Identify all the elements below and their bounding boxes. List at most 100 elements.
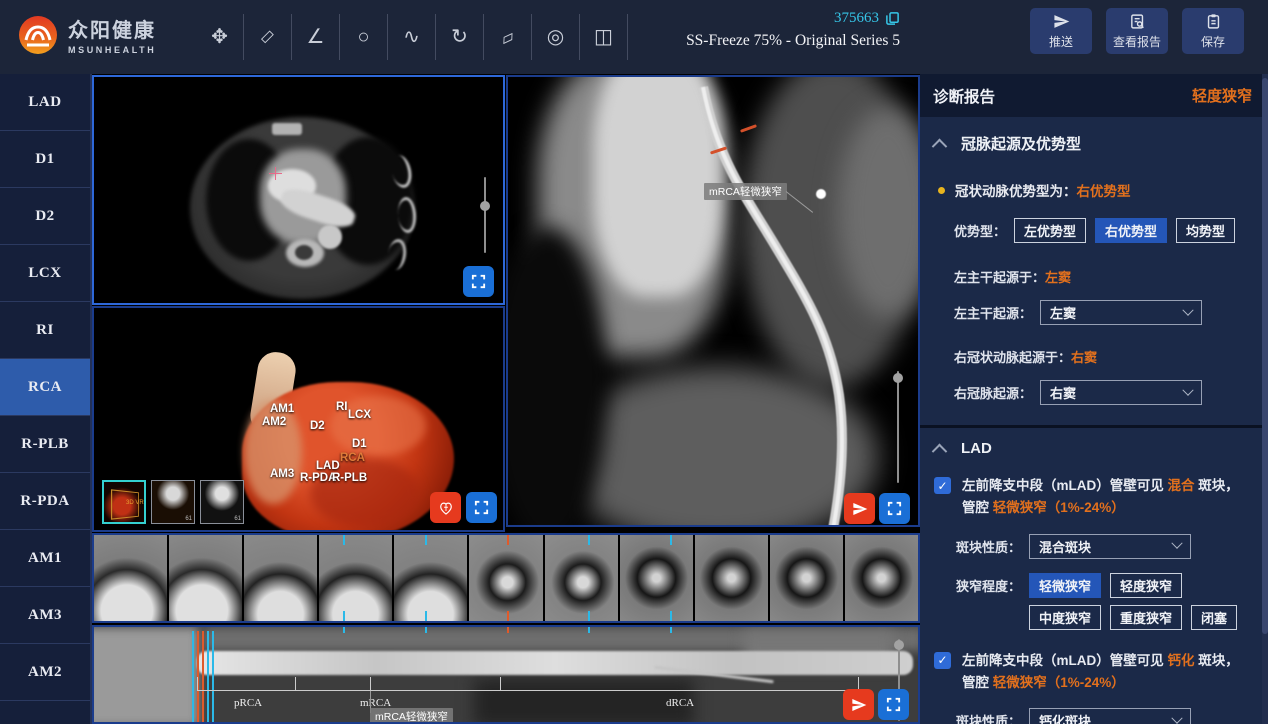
send-icon bbox=[851, 697, 867, 713]
fullscreen-button[interactable] bbox=[463, 266, 494, 297]
slice-slider[interactable] bbox=[897, 371, 899, 483]
polyline-tool-icon: ∿ bbox=[403, 27, 420, 47]
finding-checkbox[interactable]: ✓ bbox=[934, 477, 951, 494]
vessel-label: D2 bbox=[310, 420, 325, 432]
thumbnail-3d-vr[interactable]: 3D VR bbox=[102, 480, 146, 524]
image-viewer: AM1AM2D2RILCXD1RCALADAM3R-PDAR-PLB 3D VR… bbox=[92, 74, 920, 724]
fullscreen-icon bbox=[886, 500, 903, 517]
sidebar-item[interactable]: RI bbox=[0, 302, 90, 359]
vessel-label: LAD bbox=[316, 460, 340, 472]
sidebar-item[interactable]: D2 bbox=[0, 188, 90, 245]
angle-tool-icon: ∠ bbox=[307, 27, 325, 47]
ruler-tool-icon: ▭ bbox=[256, 26, 278, 48]
finding-text: 左前降支中段（mLAD）管壁可见 混合 斑块，管腔 轻微狭窄（1%-24%） bbox=[962, 475, 1248, 520]
dominance-label: 优势型： bbox=[954, 221, 1006, 240]
slice-slider-thumb[interactable] bbox=[894, 640, 904, 650]
lm-origin-select[interactable]: 左窦 bbox=[1040, 300, 1202, 325]
stenosis-option-button[interactable]: 中度狭窄 bbox=[1029, 605, 1101, 630]
cross-section-tiles bbox=[94, 535, 918, 621]
bullet-icon bbox=[938, 187, 945, 194]
curved-mpr-viewport[interactable]: mRCA轻微狭窄 bbox=[506, 75, 920, 527]
sidebar-item[interactable]: D1 bbox=[0, 131, 90, 188]
plaque-type-select[interactable]: 钙化斑块 bbox=[1029, 708, 1191, 724]
push-button[interactable]: 推送 bbox=[1030, 8, 1092, 54]
collapse-icon[interactable] bbox=[932, 139, 948, 155]
report-title: 诊断报告 bbox=[933, 85, 995, 107]
finding-item: ✓ 左前降支中段（mLAD）管壁可见 钙化 斑块，管腔 轻微狭窄（1%-24%） bbox=[934, 650, 1248, 695]
report-body: 冠脉起源及优势型 冠状动脉优势型为：右优势型 优势型： 左优势型右优势型均势型 … bbox=[920, 117, 1262, 724]
sidebar-item[interactable]: AM1 bbox=[0, 530, 90, 587]
sidebar-item[interactable]: AM3 bbox=[0, 587, 90, 644]
sidebar-item[interactable]: LAD bbox=[0, 74, 90, 131]
stenosis-option-button[interactable]: 轻微狭窄 bbox=[1029, 573, 1101, 598]
heart-view-button[interactable] bbox=[430, 492, 461, 523]
dominance-option-button[interactable]: 右优势型 bbox=[1095, 218, 1167, 243]
segment-label-prca: pRCA bbox=[234, 697, 262, 709]
series-title: SS-Freeze 75% - Original Series 5 bbox=[640, 32, 900, 50]
view-report-button[interactable]: 查看报告 bbox=[1106, 8, 1168, 54]
vessel-label: AM2 bbox=[262, 416, 286, 428]
sidebar-item[interactable]: AM2 bbox=[0, 644, 90, 701]
chevron-down-icon bbox=[1171, 538, 1182, 549]
stenosis-options: 轻微狭窄轻度狭窄中度狭窄重度狭窄闭塞 bbox=[1029, 573, 1262, 630]
diagnosis-report-panel: 诊断报告 轻度狭窄 冠脉起源及优势型 冠状动脉优势型为：右优势型 优势型： 左优… bbox=[920, 74, 1268, 724]
thumbnail-vessel-tree-1[interactable]: 61 bbox=[151, 480, 195, 524]
visibility-tool-icon: ◎ bbox=[547, 27, 564, 47]
vessel-label: AM3 bbox=[270, 468, 294, 480]
send-view-button[interactable] bbox=[843, 689, 874, 720]
fullscreen-button[interactable] bbox=[879, 493, 910, 524]
move-tool-icon: ✥ bbox=[211, 27, 228, 47]
send-view-button[interactable] bbox=[844, 493, 875, 524]
finding-checkbox[interactable]: ✓ bbox=[934, 652, 951, 669]
vessel-label: AM1 bbox=[270, 403, 294, 415]
plaque-type-value: 钙化 bbox=[1168, 653, 1195, 668]
section-divider bbox=[920, 425, 1262, 428]
copy-icon[interactable] bbox=[885, 11, 900, 26]
straightened-lumen-viewport[interactable]: pRCA mRCA dRCA mRCA轻微狭窄 bbox=[92, 625, 920, 724]
sidebar-item[interactable]: R-PLB bbox=[0, 416, 90, 473]
collapse-icon[interactable] bbox=[932, 444, 948, 460]
stenosis-option-button[interactable]: 轻度狭窄 bbox=[1110, 573, 1182, 598]
study-info: 375663 SS-Freeze 75% - Original Series 5 bbox=[640, 10, 900, 50]
slice-slider-thumb[interactable] bbox=[893, 373, 903, 383]
stenosis-option-button[interactable]: 重度狭窄 bbox=[1110, 605, 1182, 630]
eraser-tool-icon: ▱ bbox=[498, 27, 517, 48]
stenosis-option-button[interactable]: 闭塞 bbox=[1191, 605, 1237, 630]
rca-origin-value: 右窦 bbox=[1071, 350, 1097, 365]
stenosis-value: 轻微狭窄（1%-24%） bbox=[993, 500, 1125, 515]
dominance-option-button[interactable]: 均势型 bbox=[1176, 218, 1235, 243]
scrollbar-thumb[interactable] bbox=[1262, 78, 1268, 634]
report-scrollbar[interactable] bbox=[1262, 74, 1268, 724]
slice-slider-thumb[interactable] bbox=[480, 201, 490, 211]
save-icon bbox=[1205, 13, 1222, 30]
rca-origin-select[interactable]: 右窦 bbox=[1040, 380, 1202, 405]
stenosis-annotation: mRCA轻微狭窄 bbox=[704, 183, 787, 200]
lumen-cross-sections[interactable] bbox=[92, 533, 920, 623]
send-icon bbox=[852, 501, 868, 517]
overall-severity-badge: 轻度狭窄 bbox=[1192, 85, 1252, 106]
dominance-value: 右优势型 bbox=[1077, 184, 1131, 199]
dominance-option-button[interactable]: 左优势型 bbox=[1014, 218, 1086, 243]
thumbnail-vessel-tree-2[interactable]: 61 bbox=[200, 480, 244, 524]
sidebar-item[interactable]: RCA bbox=[0, 359, 90, 416]
plaque-type-select[interactable]: 混合斑块 bbox=[1029, 534, 1191, 559]
top-bar: 众阳健康 MSUNHEALTH ✥ ▭ ∠ ○ ∿ ↻ ▱ ◎ ◫ 375663 bbox=[0, 0, 1268, 74]
axial-ct-viewport[interactable] bbox=[92, 75, 505, 305]
plaque-label: 斑块性质： bbox=[956, 711, 1021, 724]
sidebar-item[interactable]: R-PDA bbox=[0, 473, 90, 530]
lm-origin-text: 左主干起源于：左窦 bbox=[954, 267, 1071, 286]
chevron-down-icon bbox=[1182, 304, 1193, 315]
study-id: 375663 bbox=[834, 10, 879, 27]
vessel-label: RI bbox=[336, 401, 348, 413]
fullscreen-button[interactable] bbox=[466, 492, 497, 523]
slice-slider[interactable] bbox=[484, 177, 486, 253]
lad-section-title: LAD bbox=[961, 440, 992, 457]
stenosis-annotation: mRCA轻微狭窄 bbox=[370, 708, 453, 724]
sidebar-item[interactable]: LCX bbox=[0, 245, 90, 302]
save-button[interactable]: 保存 bbox=[1182, 8, 1244, 54]
fullscreen-button[interactable] bbox=[878, 689, 909, 720]
chevron-down-icon bbox=[1182, 384, 1193, 395]
volume-3d-viewport[interactable]: AM1AM2D2RILCXD1RCALADAM3R-PDAR-PLB 3D VR… bbox=[92, 306, 505, 532]
segment-label-drca: dRCA bbox=[666, 697, 694, 709]
chevron-down-icon bbox=[1171, 712, 1182, 723]
